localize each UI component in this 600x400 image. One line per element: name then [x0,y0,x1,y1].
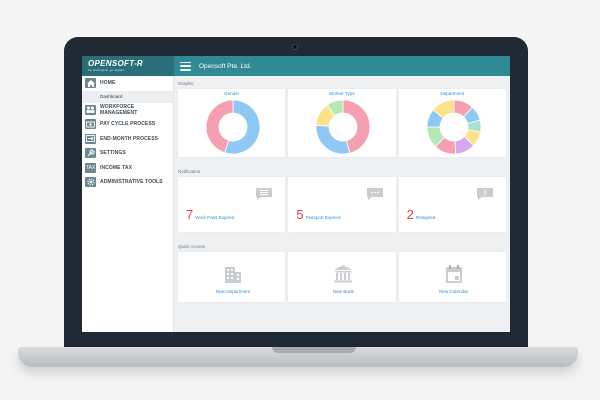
notification-line[interactable]: 7 Work Pass Expired [186,207,234,222]
sidebar-item-label: WORKFORCE MANAGEMENT [99,103,138,116]
main-content: Graphic Gender Worker Type Department No… [174,76,510,332]
sidebar-item-label: ADMINISTRATIVE TOOLS [100,179,163,186]
notification-card-passport[interactable]: 5 Passport Expired [288,177,396,232]
sidebar-item-label: PAY CYCLE PROCESS [100,121,156,128]
sidebar-item-settings[interactable]: SETTINGS [82,146,173,161]
quick-access-label[interactable]: New Calendar [399,289,509,294]
sidebar-item-admin-tools[interactable]: ADMINISTRATIVE TOOLS [82,175,173,190]
notification-count: 5 [296,207,304,222]
chart-card-department: Department [398,89,506,157]
logo[interactable]: OPENSOFT-R be intelligent, go digital [82,56,174,76]
menu-toggle-icon[interactable] [180,61,191,71]
notification-label[interactable]: Work Pass Expired [195,215,234,220]
chart-card-worker-type: Worker Type [288,89,396,157]
quick-new-department[interactable]: New Department [178,252,288,302]
camera-dot [292,44,298,50]
sidebar-item-label: INCOME TAX [100,164,133,171]
tax-icon: TAX [85,162,96,173]
notification-row: 7 Work Pass Expired 5 Passport Expired 2… [178,177,506,232]
sidebar-subitem-dashboard[interactable]: Dashboard [82,90,173,103]
laptop-base [18,347,578,367]
chart-title[interactable]: Worker Type [288,91,395,96]
notification-count: 2 [406,207,414,222]
donut-slice-1[interactable] [315,124,351,155]
calendar-icon [445,265,462,283]
sidebar-item-end-month[interactable]: END-MONTH PROCESS [82,132,173,147]
home-icon [85,78,96,89]
sidebar-item-label: SETTINGS [100,150,126,157]
chart-card-gender: Gender [178,89,286,157]
notification-line[interactable]: 2 Resigned [407,207,436,222]
sidebar-item-label: END-MONTH PROCESS [100,135,159,142]
notification-label[interactable]: Passport Expired [306,215,341,220]
notification-card-resigned[interactable]: 2 Resigned [398,177,506,232]
wrench-icon [85,148,96,159]
notification-count: 7 [186,207,194,222]
sidebar-item-workforce[interactable]: WORKFORCE MANAGEMENT [82,103,173,118]
worker-type-donut-chart [315,99,371,155]
section-title-graphic: Graphic [178,81,194,86]
people-icon [85,104,96,115]
pay-icon [85,119,96,130]
notification-label[interactable]: Resigned [416,215,435,220]
laptop-lid: OPENSOFT-R be intelligent, go digital Op… [64,37,528,351]
menu-line [180,69,191,71]
section-title-quick-access: Quick Access [178,244,206,249]
logo-tagline: be intelligent, go digital [88,68,124,72]
logo-text: OPENSOFT-R [88,59,144,68]
department-donut-chart [426,99,482,155]
gender-donut-chart [205,99,261,155]
bank-icon [334,265,353,283]
menu-line [180,61,191,63]
sidebar-item-label: HOME [100,80,116,87]
company-name: Opensoft Pte. Ltd. [199,62,252,70]
building-icon [225,267,241,283]
menu-line [180,65,191,67]
graph-row: Gender Worker Type Department [178,89,506,157]
list-message-icon [256,188,273,200]
section-title-notification: Notification [178,169,201,174]
quick-new-calendar[interactable]: New Calendar [398,252,509,302]
sidebar-item-home[interactable]: HOME [82,76,173,91]
chart-title[interactable]: Gender [178,91,285,96]
quick-access-label[interactable]: New Bank [288,289,398,294]
process-icon [85,133,96,144]
admin-icon [85,177,96,188]
notification-line[interactable]: 5 Passport Expired [296,207,340,222]
laptop-notch [272,347,356,353]
app-screen: OPENSOFT-R be intelligent, go digital Op… [82,56,510,332]
chart-title[interactable]: Department [399,91,506,96]
sidebar: HOME Dashboard WORKFORCE MANAGEMENT PAY … [82,76,174,332]
quick-access-row: New Department New Bank New Calendar [178,252,506,302]
sidebar-item-pay-cycle[interactable]: PAY CYCLE PROCESS [82,117,173,132]
dots-message-icon [366,188,383,200]
alert-message-icon [476,188,493,200]
sidebar-item-income-tax[interactable]: TAX INCOME TAX [82,161,173,176]
top-bar: OPENSOFT-R be intelligent, go digital Op… [82,56,510,76]
quick-new-bank[interactable]: New Bank [288,252,398,302]
header-bar: Opensoft Pte. Ltd. [174,56,510,76]
laptop-mockup: OPENSOFT-R be intelligent, go digital Op… [0,0,600,400]
quick-access-label[interactable]: New Department [178,289,288,294]
notification-card-work-pass[interactable]: 7 Work Pass Expired [178,177,286,232]
